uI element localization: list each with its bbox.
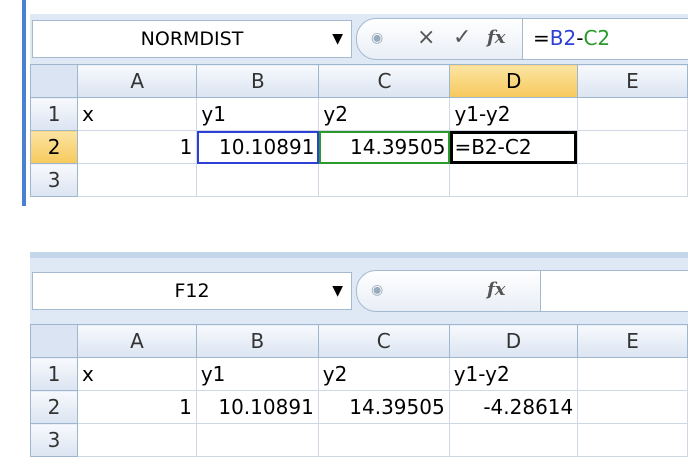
formula-eq: = — [533, 26, 550, 50]
row-header-2[interactable]: 2 — [29, 390, 79, 424]
cell-d1[interactable]: y1-y2 — [449, 97, 578, 131]
grip-icon: ◉ — [371, 282, 384, 298]
window-edge — [22, 0, 26, 206]
name-box[interactable]: NORMDIST ▼ — [32, 20, 352, 58]
cell-b2[interactable]: 10.10891 — [195, 390, 319, 424]
cell-d2-result[interactable]: -4.28614 — [448, 390, 579, 424]
row-header-3[interactable]: 3 — [29, 423, 79, 457]
cell-e3[interactable] — [577, 423, 688, 457]
column-header-e[interactable]: E — [577, 324, 688, 358]
cell-a1[interactable]: x — [77, 357, 197, 391]
cell-c1[interactable]: y2 — [317, 357, 450, 391]
cell-d2-editing[interactable]: =B2-C2 — [449, 130, 578, 164]
cell-b3[interactable] — [195, 423, 319, 457]
spreadsheet-editing-view: NORMDIST ▼ ◉ × ✓ fx =B2-C2 A B C D E 1 x… — [0, 0, 688, 206]
row-header-1[interactable]: 1 — [29, 97, 79, 131]
cell-b1[interactable]: y1 — [196, 97, 320, 131]
column-header-c[interactable]: C — [317, 324, 450, 358]
cell-a3[interactable] — [77, 163, 198, 197]
cell-e1[interactable] — [577, 357, 688, 391]
formula-ref-b2: B2 — [549, 26, 577, 50]
row-header-3[interactable]: 3 — [29, 163, 79, 197]
grip-icon: ◉ — [371, 30, 384, 46]
cell-b1[interactable]: y1 — [195, 357, 319, 391]
formula-input[interactable] — [540, 270, 688, 312]
cell-d3[interactable] — [449, 163, 578, 197]
name-box[interactable]: F12 ▼ — [32, 272, 352, 310]
name-box-value: F12 — [174, 280, 210, 302]
formula-input[interactable]: =B2-C2 — [522, 18, 688, 60]
cell-c2[interactable]: 14.39505 — [317, 390, 450, 424]
cell-c2-referenced[interactable]: 14.39505 — [318, 130, 451, 164]
cell-e1[interactable] — [576, 97, 688, 131]
column-header-d[interactable]: D — [449, 64, 578, 98]
cell-c3[interactable] — [317, 423, 450, 457]
column-header-c[interactable]: C — [318, 64, 451, 98]
cell-a1[interactable]: x — [77, 97, 198, 131]
column-header-b[interactable]: B — [196, 64, 320, 98]
chevron-down-icon[interactable]: ▼ — [332, 21, 343, 57]
enter-check-icon[interactable]: ✓ — [453, 25, 471, 51]
column-header-d[interactable]: D — [448, 324, 579, 358]
select-all-corner[interactable] — [29, 324, 79, 358]
name-box-value: NORMDIST — [140, 28, 244, 50]
cell-a3[interactable] — [77, 423, 197, 457]
cell-b3[interactable] — [196, 163, 320, 197]
cell-d1[interactable]: y1-y2 — [448, 357, 579, 391]
column-header-b[interactable]: B — [195, 324, 319, 358]
formula-buttons: ◉ × ✓ fx — [356, 18, 542, 60]
formula-bar: F12 ▼ ◉ fx — [30, 252, 688, 325]
cell-c3[interactable] — [318, 163, 451, 197]
row-header-2[interactable]: 2 — [29, 130, 79, 164]
chevron-down-icon[interactable]: ▼ — [332, 273, 343, 309]
cell-e3[interactable] — [576, 163, 688, 197]
column-header-e[interactable]: E — [576, 64, 688, 98]
column-header-a[interactable]: A — [77, 324, 197, 358]
cell-e2[interactable] — [577, 390, 688, 424]
formula-buttons: ◉ fx — [356, 270, 542, 312]
cell-b2-referenced[interactable]: 10.10891 — [196, 130, 320, 164]
spreadsheet-result-view: F12 ▼ ◉ fx A B C D E 1 x y1 y2 y1-y2 2 1… — [0, 252, 688, 467]
cell-a2[interactable]: 1 — [77, 390, 197, 424]
row-header-1[interactable]: 1 — [29, 357, 79, 391]
cancel-icon[interactable]: × — [417, 25, 435, 51]
worksheet-grid: A B C D E 1 x y1 y2 y1-y2 2 1 10.10891 1… — [29, 324, 688, 457]
formula-ref-c2: C2 — [583, 26, 611, 50]
formula-bar: NORMDIST ▼ ◉ × ✓ fx =B2-C2 — [30, 14, 688, 65]
cell-a2[interactable]: 1 — [77, 130, 198, 164]
cell-d3[interactable] — [448, 423, 579, 457]
cell-e2[interactable] — [576, 130, 688, 164]
insert-function-icon[interactable]: fx — [487, 277, 505, 303]
column-header-a[interactable]: A — [77, 64, 198, 98]
cell-c1[interactable]: y2 — [318, 97, 451, 131]
insert-function-icon[interactable]: fx — [487, 25, 505, 51]
select-all-corner[interactable] — [29, 64, 79, 98]
worksheet-grid: A B C D E 1 x y1 y2 y1-y2 2 1 10.10891 1… — [29, 64, 688, 197]
